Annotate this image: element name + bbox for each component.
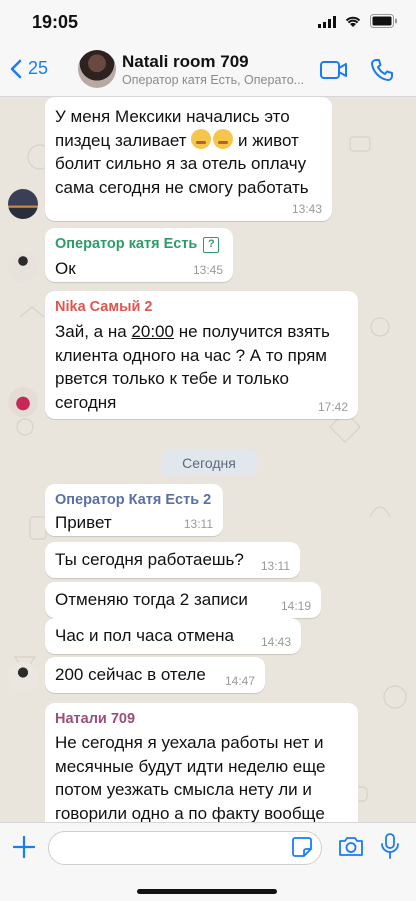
- message-bubble[interactable]: Отменяю тогда 2 записи 14:19: [45, 582, 321, 618]
- back-chevron-icon: [10, 59, 22, 78]
- message-text: Ты сегодня работаешь?: [55, 550, 244, 569]
- message-time: 13:43: [291, 202, 322, 216]
- camera-icon[interactable]: [338, 835, 364, 857]
- sender-avatar[interactable]: [8, 252, 38, 282]
- message-time: 17:42: [317, 400, 348, 414]
- cellular-signal-icon: [318, 16, 336, 28]
- message-text: У меня Мексики начались это пиздец залив…: [55, 107, 309, 197]
- sender-name: Оператор Катя Есть 2: [55, 492, 212, 508]
- unread-count: 25: [28, 58, 49, 78]
- battery-icon: [370, 14, 397, 28]
- chat-header: 25 Natali room 709 Оператор катя Есть, О…: [0, 44, 416, 97]
- group-avatar[interactable]: [78, 50, 116, 88]
- message-bubble[interactable]: Час и пол часа отмена 14:43: [45, 618, 301, 654]
- date-separator: Сегодня: [161, 450, 257, 476]
- message-input[interactable]: [48, 831, 322, 865]
- chat-title[interactable]: Natali room 709: [122, 52, 249, 72]
- video-call-icon[interactable]: [320, 60, 348, 80]
- message-text: Не сегодня я уехала работы нет и месячны…: [55, 733, 326, 822]
- message-text: Час и пол часа отмена: [55, 626, 234, 645]
- chat-participants[interactable]: Оператор катя Есть, Операто...: [122, 73, 307, 87]
- message-bubble[interactable]: Натали 709 Не сегодня я уехала работы не…: [45, 703, 358, 822]
- message-time: 14:47: [224, 674, 255, 688]
- pensive-face-emoji-icon: [213, 128, 234, 149]
- message-text: 200 сейчас в отеле: [55, 665, 206, 684]
- sender-name: Натали 709: [55, 711, 136, 727]
- phone-icon[interactable]: [370, 58, 394, 82]
- home-indicator[interactable]: [137, 889, 277, 894]
- sender-name: Nika Самый 2: [55, 299, 153, 315]
- message-bubble[interactable]: Ты сегодня работаешь? 13:11: [45, 542, 300, 578]
- message-text: Ок: [55, 259, 76, 278]
- chat-area[interactable]: У меня Мексики начались это пиздец залив…: [0, 97, 416, 822]
- message-input-bar: [0, 822, 416, 901]
- sender-avatar[interactable]: [8, 189, 38, 219]
- wifi-icon: [345, 16, 361, 27]
- question-box-icon: ?: [203, 237, 220, 253]
- status-time: 19:05: [32, 12, 79, 32]
- message-text: Привет: [55, 513, 112, 532]
- message-time: 13:11: [183, 517, 213, 531]
- message-bubble[interactable]: Nika Самый 2 Зай, а на 20:00 не получитс…: [45, 291, 358, 419]
- message-time: 14:43: [260, 635, 291, 649]
- message-bubble[interactable]: Оператор Катя Есть 2 Привет 13:11: [45, 484, 223, 536]
- message-text: Отменяю тогда 2 записи: [55, 590, 248, 609]
- dizzy-face-emoji-icon: [191, 128, 212, 149]
- message-text: Зай, а на 20:00 не получится взять клиен…: [55, 322, 330, 412]
- message-time: 13:45: [192, 263, 223, 277]
- microphone-icon[interactable]: [381, 833, 399, 859]
- message-bubble[interactable]: Оператор катя Есть? Ок 13:45: [45, 228, 233, 282]
- message-bubble[interactable]: У меня Мексики начались это пиздец залив…: [45, 97, 332, 221]
- sender-avatar[interactable]: [8, 662, 38, 692]
- sender-avatar[interactable]: [8, 387, 38, 417]
- sender-name: Оператор катя Есть?: [55, 236, 220, 253]
- message-time: 14:19: [280, 599, 311, 613]
- status-bar: 19:05: [0, 0, 416, 44]
- plus-icon[interactable]: [12, 835, 36, 859]
- message-bubble[interactable]: 200 сейчас в отеле 14:47: [45, 657, 265, 693]
- sticker-icon[interactable]: [292, 837, 312, 857]
- back-button[interactable]: 25: [10, 58, 48, 79]
- message-time: 13:11: [260, 559, 290, 573]
